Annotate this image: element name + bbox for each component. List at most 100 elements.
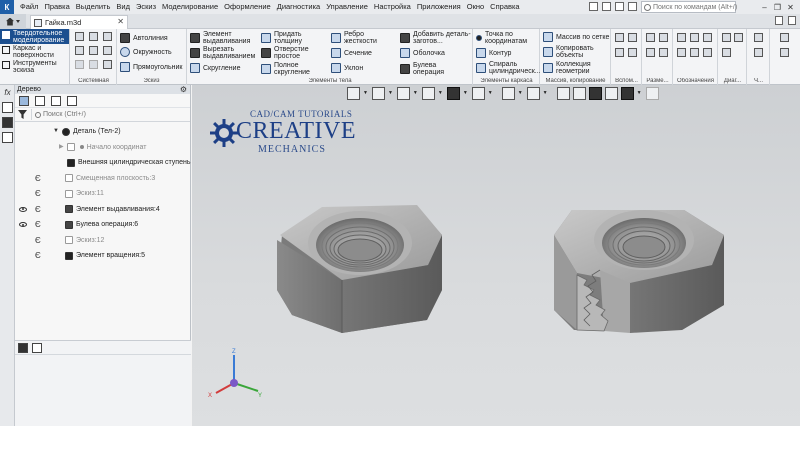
panel-settings-icon[interactable] [788, 16, 796, 25]
redo-icon[interactable] [89, 60, 98, 69]
tree-view-icon[interactable] [18, 342, 28, 353]
menu-modeling[interactable]: Моделирование [159, 0, 221, 14]
section-button[interactable]: Сечение [331, 48, 372, 58]
command-search-input[interactable] [653, 3, 739, 11]
point-by-coords-button[interactable]: Точка по координатам [476, 31, 533, 45]
other-2-icon[interactable] [754, 48, 763, 57]
layout-fullscreen-icon[interactable] [628, 2, 637, 11]
close-tab-icon[interactable]: ✕ [117, 17, 124, 26]
tree-item-boolean-6[interactable]: Є Булева операция:6 [15, 217, 191, 233]
cs-icon[interactable] [628, 48, 637, 57]
circle-button[interactable]: Окружность [120, 47, 172, 57]
extrude-button[interactable]: Элемент выдавливания [190, 31, 250, 45]
angle-dim-icon[interactable] [646, 48, 655, 57]
grid-array-button[interactable]: Массив по сетке [543, 32, 609, 42]
extra-2-icon[interactable] [780, 48, 789, 57]
draft-button[interactable]: Уклон [331, 63, 363, 73]
gear-icon[interactable]: ⚙ [180, 85, 187, 94]
eye-icon[interactable] [19, 206, 27, 212]
roughness-icon[interactable] [677, 33, 686, 42]
menu-help[interactable]: Справка [487, 0, 522, 14]
menu-diagnostics[interactable]: Диагностика [274, 0, 323, 14]
document-tab[interactable]: Гайка.m3d ✕ [30, 15, 128, 29]
tree-item-cylindrical-step[interactable]: Внешняя цилиндрическая ступень [15, 155, 191, 171]
menu-view[interactable]: Вид [113, 0, 133, 14]
menu-sketch[interactable]: Эскиз [133, 0, 159, 14]
radius-dim-icon[interactable] [659, 33, 668, 42]
maximize-button[interactable]: ❐ [771, 0, 784, 14]
chevron-down-icon[interactable]: ▼ [53, 124, 59, 140]
rectangle-button[interactable]: Прямоугольник [120, 62, 182, 72]
tree-item-offset-plane[interactable]: Є Смещенная плоскость:3 [15, 171, 191, 187]
layout-panels-icon[interactable] [615, 2, 624, 11]
base-icon[interactable] [690, 48, 699, 57]
tree-item-origin[interactable]: ▶ Начало координат [15, 140, 191, 156]
autoline-button[interactable]: Автолиния [120, 33, 168, 43]
nut-full-model[interactable] [277, 205, 442, 333]
cut-extrude-button[interactable]: Вырезать выдавливанием [190, 46, 255, 60]
menu-settings[interactable]: Настройка [371, 0, 414, 14]
diameter-dim-icon[interactable] [659, 48, 668, 57]
hole-button[interactable]: Отверстие простое [261, 46, 310, 60]
shell-button[interactable]: Оболочка [400, 48, 445, 58]
menu-window[interactable]: Окно [464, 0, 487, 14]
text-icon[interactable] [703, 33, 712, 42]
add-blank-button[interactable]: Добавить деталь-заготов... [400, 31, 477, 45]
menu-file[interactable]: Файл [17, 0, 41, 14]
tree-panel-icon[interactable] [2, 102, 13, 113]
tree-settings-icon[interactable] [67, 95, 77, 106]
tree-structure-icon[interactable] [19, 95, 29, 106]
layout-split-icon[interactable] [602, 2, 611, 11]
menu-manage[interactable]: Управление [323, 0, 371, 14]
print-icon[interactable] [89, 46, 98, 55]
boolean-button[interactable]: Булева операция [400, 62, 453, 76]
model-viewport[interactable]: ▼ ▼ ▼ ▼ ▼ ▼ ▼ ▼ ▼ CAD/CAM TUTORIALS CREA… [192, 85, 800, 426]
tree-layers-icon[interactable] [51, 95, 61, 106]
nut-section-model[interactable] [554, 210, 724, 333]
tree-item-revolve-5[interactable]: Є Элемент вращения:5 [15, 248, 191, 264]
axis-icon[interactable] [615, 33, 624, 42]
new-document-icon[interactable] [75, 32, 84, 41]
contour-button[interactable]: Контур [476, 48, 511, 58]
eye-icon[interactable] [19, 222, 27, 227]
extra-icon[interactable] [780, 33, 789, 42]
list-view-icon[interactable] [32, 342, 42, 353]
fillet-button[interactable]: Скругление [190, 63, 240, 73]
clipboard-icon[interactable] [103, 46, 112, 55]
menu-apps[interactable]: Приложения [414, 0, 464, 14]
tree-search-box[interactable] [31, 109, 190, 120]
mode-wire-surfaces[interactable]: Каркас и поверхности [0, 44, 69, 59]
tree-search-input[interactable] [43, 111, 173, 118]
close-button[interactable]: ✕ [784, 0, 797, 14]
save-icon[interactable] [103, 32, 112, 41]
menu-edit[interactable]: Правка [41, 0, 72, 14]
leader-icon[interactable] [690, 33, 699, 42]
formula-icon[interactable]: fx [2, 87, 13, 98]
tree-item-extrude-4[interactable]: Є Элемент выдавливания:4 [15, 202, 191, 218]
command-search[interactable] [641, 1, 739, 13]
properties-icon[interactable] [75, 46, 84, 55]
linear-dim-icon[interactable] [646, 33, 655, 42]
check-icon[interactable] [722, 48, 731, 57]
helix-button[interactable]: Спираль цилиндрическ... [476, 61, 541, 75]
copy-format-icon[interactable] [103, 60, 112, 69]
mark-icon[interactable] [703, 48, 712, 57]
full-fillet-button[interactable]: Полное скругление [261, 62, 314, 76]
properties-panel-icon[interactable] [2, 132, 13, 143]
tree-item-part[interactable]: ▼ Деталь (Тел-2) [15, 124, 191, 140]
open-document-icon[interactable] [89, 32, 98, 41]
mass-icon[interactable] [734, 33, 743, 42]
app-logo-icon[interactable]: К [0, 0, 14, 14]
geometry-collection-button[interactable]: Коллекция геометрии [543, 61, 602, 75]
tree-item-sketch-12[interactable]: Є Эскиз:12 [15, 233, 191, 249]
undo-icon[interactable] [75, 60, 84, 69]
measure-icon[interactable] [722, 33, 731, 42]
plane-icon[interactable] [628, 33, 637, 42]
copy-objects-button[interactable]: Копировать объекты [543, 45, 602, 59]
tree-item-sketch-11[interactable]: Є Эскиз:11 [15, 186, 191, 202]
chevron-right-icon[interactable]: ▶ [59, 140, 64, 156]
layout-single-icon[interactable] [589, 2, 598, 11]
shell-thickness-button[interactable]: Придать толщину [261, 31, 310, 45]
panel-layout-icon[interactable] [775, 16, 783, 25]
tree-filter-icon[interactable] [35, 95, 45, 106]
